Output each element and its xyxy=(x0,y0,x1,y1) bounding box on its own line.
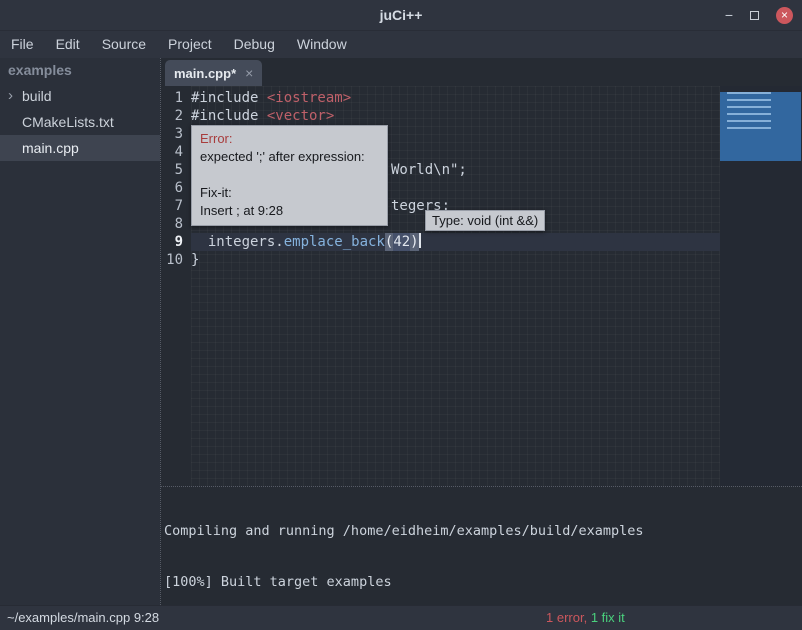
error-tooltip-title: Error: xyxy=(200,130,379,148)
menu-window[interactable]: Window xyxy=(286,31,358,58)
code-text: #include xyxy=(191,89,267,107)
line-number: 4 xyxy=(161,143,183,161)
output-panel[interactable]: Compiling and running /home/eidheim/exam… xyxy=(161,486,802,605)
output-line: [100%] Built target examples xyxy=(164,574,802,591)
line-number: 10 xyxy=(161,251,183,269)
code-line: 10 } xyxy=(161,251,720,269)
code-text: <iostream> xyxy=(267,89,351,107)
selected-argument: 42 xyxy=(393,233,410,251)
line-number: 3 xyxy=(161,125,183,143)
project-name: examples xyxy=(0,58,160,83)
tab-label: main.cpp* xyxy=(174,66,236,81)
tree-item-label: CMakeLists.txt xyxy=(22,114,114,130)
code-text: <vector> xyxy=(267,107,334,125)
maximize-button[interactable] xyxy=(750,11,759,20)
code-text: } xyxy=(191,251,199,269)
code-line: 2 #include <vector> xyxy=(161,107,720,125)
main-pane: main.cpp* × 1 #include <iostream> 2 #inc… xyxy=(160,58,802,605)
line-number: 7 xyxy=(161,197,183,215)
fixit-count: 1 fix it xyxy=(591,610,625,625)
error-count: 1 error xyxy=(546,610,584,625)
line-number: 9 xyxy=(161,233,183,251)
menu-project[interactable]: Project xyxy=(157,31,223,58)
chevron-right-icon[interactable]: › xyxy=(8,89,22,103)
minimize-button[interactable]: − xyxy=(725,8,733,22)
close-button[interactable]: × xyxy=(776,7,793,24)
file-tree-panel: examples › build CMakeLists.txt main.cpp xyxy=(0,58,160,605)
tree-item-label: build xyxy=(22,88,52,104)
tab-main-cpp[interactable]: main.cpp* × xyxy=(165,60,262,86)
code-line-current: 9 integers. emplace_back ( 42 ) xyxy=(161,233,720,251)
code-text: World\n"; xyxy=(391,161,467,179)
bracket-open: ( xyxy=(385,233,393,251)
menu-source[interactable]: Source xyxy=(91,31,157,58)
code-text: emplace_back xyxy=(284,233,385,251)
menubar: File Edit Source Project Debug Window xyxy=(0,30,802,58)
error-tooltip-message: expected ';' after expression: xyxy=(200,148,379,166)
line-number: 2 xyxy=(161,107,183,125)
error-tooltip: Error: expected ';' after expression: Fi… xyxy=(191,125,388,226)
window-controls: − × xyxy=(725,0,793,30)
tab-close-icon[interactable]: × xyxy=(245,67,253,80)
line-number: 6 xyxy=(161,179,183,197)
text-cursor xyxy=(419,233,421,248)
titlebar: juCi++ − × xyxy=(0,0,802,30)
code-line: 1 #include <iostream> xyxy=(161,89,720,107)
menu-debug[interactable]: Debug xyxy=(223,31,286,58)
menu-edit[interactable]: Edit xyxy=(45,31,91,58)
error-tooltip-spacer xyxy=(200,166,379,184)
fixit-tooltip-title: Fix-it: xyxy=(200,184,379,202)
tabbar: main.cpp* × xyxy=(161,58,802,86)
menu-file[interactable]: File xyxy=(0,31,45,58)
tree-item-label: main.cpp xyxy=(22,140,79,156)
diagnostics-summary: 1 error, 1 fix it xyxy=(546,606,625,630)
line-number: 8 xyxy=(161,215,183,233)
minimap-content xyxy=(727,92,771,134)
tree-item-build[interactable]: › build xyxy=(0,83,160,109)
fixit-tooltip-message: Insert ; at 9:28 xyxy=(200,202,379,220)
file-location: ~/examples/main.cpp 9:28 xyxy=(7,606,159,630)
code-editor[interactable]: 1 #include <iostream> 2 #include <vector… xyxy=(161,86,802,486)
line-number: 5 xyxy=(161,161,183,179)
output-line: Compiling and running /home/eidheim/exam… xyxy=(164,523,802,540)
tree-item-cmakelists[interactable]: CMakeLists.txt xyxy=(0,109,160,135)
overview-strip xyxy=(720,86,802,486)
tree-item-main-cpp[interactable]: main.cpp xyxy=(0,135,160,161)
diagnostics-separator: , xyxy=(584,610,591,625)
code-text: integers. xyxy=(191,233,284,251)
window-title: juCi++ xyxy=(0,0,802,30)
statusbar: ~/examples/main.cpp 9:28 1 error, 1 fix … xyxy=(0,605,802,630)
type-tooltip: Type: void (int &&) xyxy=(425,210,545,231)
line-number: 1 xyxy=(161,89,183,107)
minimap[interactable] xyxy=(720,92,801,161)
code-text: #include xyxy=(191,107,267,125)
bracket-close: ) xyxy=(410,233,418,251)
